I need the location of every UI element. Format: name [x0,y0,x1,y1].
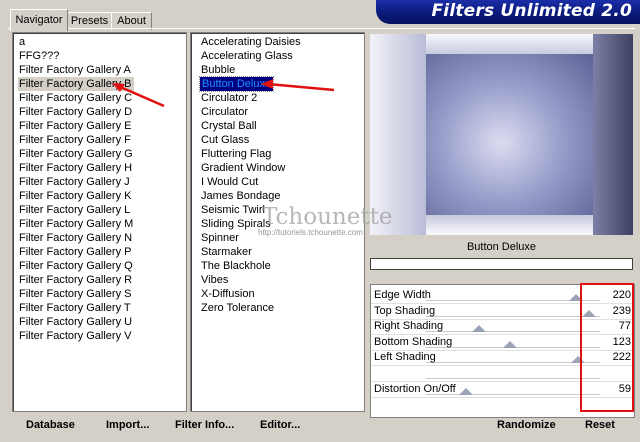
filter-item[interactable]: Circulator 2 [201,91,257,105]
filter-item[interactable]: Fluttering Flag [201,147,271,161]
filter-item[interactable]: The Blackhole [201,259,271,273]
parameter-label: Right Shading [374,320,444,333]
database-button-label: Database [26,419,75,431]
filter-item[interactable]: Circulator [201,105,248,119]
editor-button-label: Editor... [260,419,301,431]
category-item[interactable]: Filter Factory Gallery M [19,217,133,231]
annotation-arrow-icon [112,83,165,108]
randomize-button[interactable]: Randomize [497,419,556,431]
reset-button[interactable]: Reset [585,419,615,431]
category-item[interactable]: a [19,35,25,49]
parameter-label: Edge Width [374,289,431,301]
category-item[interactable]: Filter Factory Gallery K [19,189,131,203]
filter-item[interactable]: X-Diffusion [201,287,255,301]
slider-thumb-icon[interactable] [459,387,474,395]
parameter-label: Bottom Shading [374,335,453,348]
parameter-label: Distortion On/Off [374,382,456,395]
slider-track[interactable] [426,378,600,379]
category-item[interactable]: Filter Factory Gallery T [19,301,131,315]
category-item[interactable]: Filter Factory Gallery P [19,245,131,259]
category-item[interactable]: Filter Factory Gallery G [19,147,133,161]
slider-track[interactable] [426,315,600,317]
category-item[interactable]: Filter Factory Gallery Q [19,259,133,273]
category-item[interactable]: FFG??? [19,49,59,63]
annotation-box [580,283,634,412]
title-banner: Filters Unlimited 2.0 [376,0,640,24]
category-item[interactable]: Filter Factory Gallery H [19,161,132,175]
annotation-arrow-icon [261,79,335,92]
category-item[interactable]: Filter Factory Gallery F [19,133,131,147]
filter-item[interactable]: Spinner [201,231,239,245]
editor-button[interactable]: Editor... [260,419,300,431]
category-item[interactable]: Filter Factory Gallery J [19,175,130,189]
filter-item[interactable]: Accelerating Glass [201,49,293,63]
category-item[interactable]: Filter Factory Gallery A [19,63,131,77]
filter-item[interactable]: James Bondage [201,189,281,203]
filter-item[interactable]: Bubble [201,63,235,77]
slider-track[interactable] [426,331,600,333]
watermark-text: Tchounette [262,204,393,230]
slider-thumb-icon[interactable] [471,325,486,333]
current-filter-name: Button Deluxe [466,241,537,253]
filter-item[interactable]: Starmaker [201,245,252,259]
category-item[interactable]: Filter Factory Gallery N [19,231,132,245]
import-button[interactable]: Import... [106,419,149,431]
filter-info-button-label: Filter Info... [175,419,235,431]
filter-item[interactable]: Vibes [201,273,228,287]
filter-item[interactable]: Cut Glass [201,133,249,147]
category-item[interactable]: Filter Factory Gallery V [19,329,131,343]
reset-button-label: Reset [585,419,615,431]
category-item[interactable]: Filter Factory Gallery L [19,203,130,217]
parameter-label: Left Shading [374,351,436,364]
randomize-button-label: Randomize [497,419,556,431]
filter-item[interactable]: Accelerating Daisies [201,35,301,49]
filter-item[interactable]: Zero Tolerance [201,301,274,315]
app-title: Filters Unlimited 2.0 [431,1,632,21]
slider-thumb-icon[interactable] [502,340,517,348]
filter-item[interactable]: Seismic Twirl [201,203,265,217]
preview-image [370,34,633,235]
filter-item[interactable]: I Would Cut [201,175,258,189]
parameter-label: Top Shading [374,304,436,317]
import-button-label: Import... [106,419,150,431]
category-item[interactable]: Filter Factory Gallery R [19,273,132,287]
category-item[interactable]: Filter Factory Gallery U [19,315,132,329]
category-item[interactable]: Filter Factory Gallery E [19,119,131,133]
filter-item[interactable]: Crystal Ball [201,119,257,133]
category-item[interactable]: Filter Factory Gallery S [19,287,131,301]
database-button[interactable]: Database [26,419,75,431]
filter-item[interactable]: Gradient Window [201,161,285,175]
watermark-url: http://tutoriels.tchounette.com [258,228,363,237]
filter-info-button[interactable]: Filter Info... [175,419,234,431]
tab-navigator[interactable]: Navigator [10,9,68,31]
progress-bar [370,258,633,270]
